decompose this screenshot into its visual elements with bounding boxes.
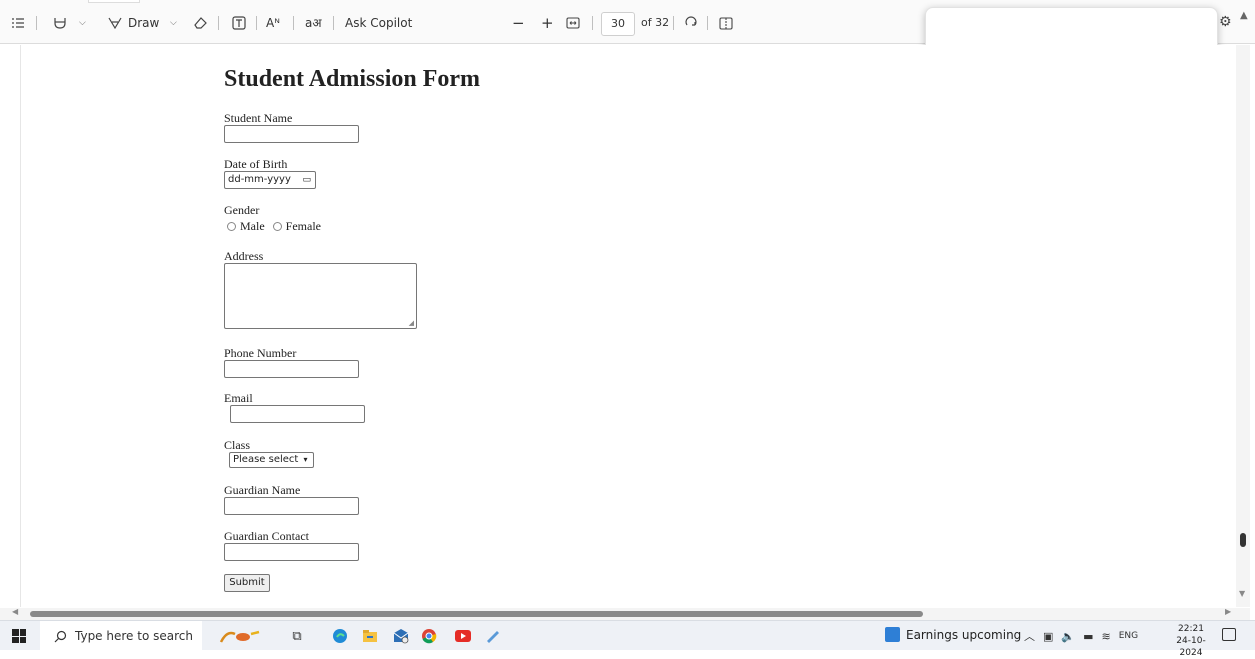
- gender-label: Gender: [224, 203, 260, 217]
- translate-label: aअ: [305, 16, 322, 30]
- scroll-down-arrow-icon[interactable]: ▼: [1239, 589, 1245, 598]
- clock[interactable]: 22:21 24-10-2024: [1166, 623, 1216, 659]
- guardian-name-label: Guardian Name: [224, 483, 301, 497]
- gender-female-radio[interactable]: [272, 222, 282, 231]
- guardian-contact-label: Guardian Contact: [224, 529, 309, 543]
- page-total: of 32: [641, 16, 670, 29]
- vertical-scroll-thumb[interactable]: [1240, 533, 1246, 547]
- contents-icon[interactable]: [11, 14, 25, 32]
- dob-input[interactable]: dd-mm-yyyy ▭: [224, 171, 316, 189]
- address-textarea[interactable]: ◢: [224, 263, 417, 329]
- snipping-tool-icon[interactable]: [484, 627, 502, 645]
- youtube-icon[interactable]: [454, 627, 472, 645]
- volume-icon[interactable]: 🔈: [1061, 630, 1075, 643]
- ask-copilot-label: Ask Copilot: [345, 16, 413, 30]
- windows-taskbar: Type here to search ⧉ Earnings upcoming …: [0, 620, 1255, 658]
- email-input[interactable]: [230, 405, 365, 423]
- text-box-icon[interactable]: [232, 14, 246, 32]
- toolbar-divider: [333, 16, 334, 30]
- search-placeholder: Type here to search: [75, 629, 193, 643]
- language-indicator[interactable]: ENG: [1119, 631, 1138, 641]
- news-widget[interactable]: Earnings upcoming: [885, 627, 1021, 642]
- email-label: Email: [224, 391, 253, 405]
- search-icon: [54, 630, 67, 642]
- toolbar-divider: [293, 16, 294, 30]
- highlight-icon[interactable]: [53, 14, 67, 32]
- browser-tab-stub[interactable]: [88, 0, 140, 3]
- translate-button[interactable]: aअ: [305, 14, 322, 32]
- draw-chevron-icon[interactable]: ⌵: [170, 14, 177, 32]
- form-title: Student Admission Form: [224, 66, 481, 92]
- news-label: Earnings upcoming: [906, 627, 1022, 642]
- toolbar-divider: [218, 16, 219, 30]
- page-view-icon[interactable]: [719, 14, 733, 32]
- toolbar-divider: [592, 16, 593, 30]
- notification-center-icon[interactable]: [1222, 628, 1236, 641]
- system-tray: ︿ ▣ 🔈 ▬ ≋ ENG: [1024, 628, 1138, 644]
- highlight-chevron-icon[interactable]: ⌵: [79, 14, 86, 32]
- submit-button[interactable]: Submit: [224, 574, 270, 592]
- windows-start-icon[interactable]: [12, 629, 26, 643]
- class-select[interactable]: Please select ▾: [229, 452, 314, 468]
- collapse-caret-icon[interactable]: ▲: [1240, 10, 1248, 21]
- page-number-input[interactable]: 30: [601, 12, 635, 36]
- student-name-label: Student Name: [224, 111, 293, 125]
- settings-gear-icon[interactable]: ⚙: [1219, 14, 1232, 30]
- class-label: Class: [224, 438, 251, 452]
- clock-time: 22:21: [1178, 624, 1204, 634]
- zoom-out-button[interactable]: −: [512, 14, 525, 32]
- phone-input[interactable]: [224, 360, 359, 378]
- read-aloud-button[interactable]: Aᴺ: [266, 14, 280, 32]
- draw-icon: [108, 17, 122, 30]
- mail-icon[interactable]: [391, 627, 411, 645]
- rotate-icon[interactable]: [684, 14, 698, 32]
- show-hidden-icons-chevron-icon[interactable]: ︿: [1024, 628, 1035, 644]
- read-aloud-label: Aᴺ: [266, 16, 280, 30]
- gender-female-label: Female: [285, 219, 321, 233]
- guardian-contact-input[interactable]: [224, 543, 359, 561]
- scroll-left-arrow-icon[interactable]: ◀: [12, 607, 18, 616]
- address-label: Address: [224, 249, 264, 263]
- weather-widget-icon[interactable]: [218, 627, 262, 645]
- ask-copilot-button[interactable]: Ask Copilot: [345, 14, 412, 32]
- toolbar-divider: [707, 16, 708, 30]
- zoom-in-label: +: [541, 14, 554, 32]
- draw-button[interactable]: Draw: [108, 14, 159, 32]
- clock-date: 24-10-2024: [1176, 636, 1206, 658]
- chevron-down-icon: ▾: [303, 455, 308, 464]
- toolbar-divider: [36, 16, 37, 30]
- phone-label: Phone Number: [224, 346, 297, 360]
- wifi-icon[interactable]: ≋: [1102, 630, 1111, 643]
- gender-male-radio[interactable]: [227, 222, 236, 231]
- battery-icon[interactable]: ▬: [1083, 630, 1093, 643]
- zoom-in-button[interactable]: +: [541, 14, 554, 32]
- pdf-page: [20, 45, 1239, 607]
- calendar-icon[interactable]: ▭: [302, 172, 311, 188]
- dob-placeholder: dd-mm-yyyy: [228, 174, 291, 185]
- gender-male-label: Male: [240, 219, 265, 233]
- resize-grip-icon[interactable]: ◢: [409, 319, 414, 327]
- vertical-scrollbar[interactable]: [1236, 45, 1250, 607]
- chrome-browser-icon[interactable]: [420, 627, 438, 645]
- stock-chart-icon: [885, 627, 900, 642]
- toolbar-divider: [256, 16, 257, 30]
- guardian-name-input[interactable]: [224, 497, 359, 515]
- task-view-icon[interactable]: ⧉: [288, 627, 306, 645]
- horizontal-scroll-thumb[interactable]: [30, 611, 923, 617]
- fit-width-icon[interactable]: [566, 14, 580, 32]
- toolbar-divider: [673, 16, 674, 30]
- dob-label: Date of Birth: [224, 157, 288, 171]
- file-explorer-icon[interactable]: [361, 627, 379, 645]
- student-name-input[interactable]: [224, 125, 359, 143]
- zoom-out-label: −: [512, 14, 525, 32]
- draw-label: Draw: [128, 16, 160, 30]
- scroll-right-arrow-icon[interactable]: ▶: [1225, 607, 1231, 616]
- edge-browser-icon[interactable]: [331, 627, 349, 645]
- class-selected-value: Please select: [233, 454, 299, 465]
- taskbar-search-box[interactable]: Type here to search: [40, 621, 202, 651]
- eraser-icon[interactable]: [193, 14, 208, 32]
- gender-radio-group: Male Female: [227, 219, 321, 234]
- meet-now-icon[interactable]: ▣: [1043, 630, 1053, 643]
